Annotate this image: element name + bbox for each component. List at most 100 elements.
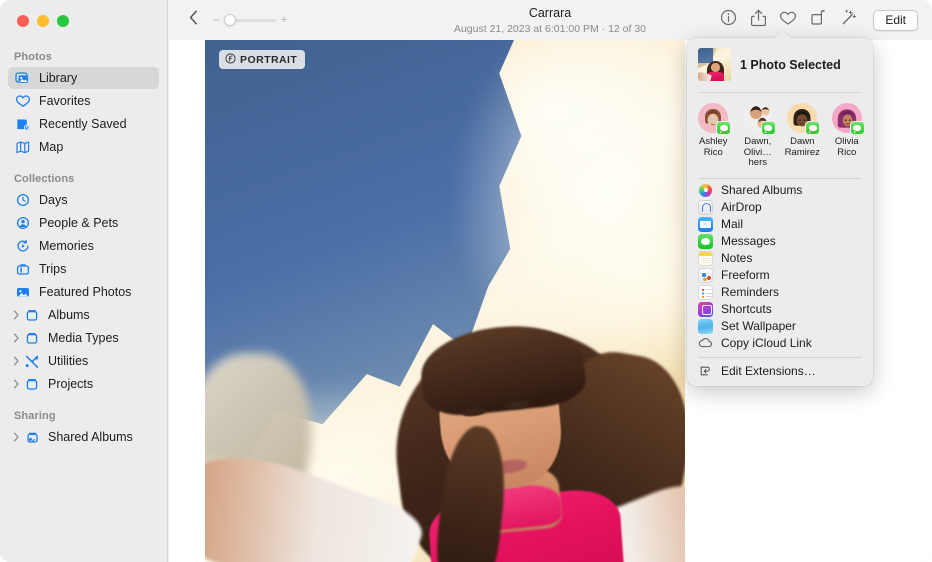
suitcase-icon [14,261,32,277]
sidebar-item-projects[interactable]: Projects [8,373,159,395]
messages-badge [805,121,820,135]
person-circle-icon [14,215,32,231]
photo-library-icon [14,70,32,86]
close-button[interactable] [17,15,29,27]
sidebar-item-utilities[interactable]: Utilities [8,350,159,372]
sidebar-item-label: Albums [48,308,90,322]
sidebar-item-shared-albums[interactable]: Shared Albums [8,426,159,448]
sidebar-item-trips[interactable]: Trips [8,258,159,280]
minimize-button[interactable] [37,15,49,27]
menu-item-notes[interactable]: Notes [687,250,873,267]
divider [698,357,862,358]
menu-item-label: Shared Albums [721,183,802,197]
menu-item-copy-icloud-link[interactable]: Copy iCloud Link [687,335,873,352]
sidebar-item-days[interactable]: Days [8,189,159,211]
freeform-app-icon [698,268,713,283]
chevron-right-icon[interactable] [11,333,22,343]
shared-album-icon [23,429,41,445]
menu-item-messages[interactable]: Messages [687,233,873,250]
menu-item-airdrop[interactable]: AirDrop [687,199,873,216]
messages-badge [761,121,776,135]
contact-dawn-olivia-and-others[interactable]: Dawn, Olivi…hers [736,103,781,169]
photos-app-icon [698,183,713,198]
sidebar-item-recently-saved[interactable]: Recently Saved [8,113,159,135]
info-button[interactable] [713,7,743,33]
clock-icon [14,192,32,208]
sidebar-item-label: Projects [48,377,93,391]
sidebar-item-label: Shared Albums [48,430,133,444]
heart-icon [779,10,797,31]
menu-item-set-wallpaper[interactable]: Set Wallpaper [687,318,873,335]
contact-name: Dawn, Olivi…hers [736,137,780,169]
aperture-f-icon [225,53,236,67]
heart-icon [14,93,32,109]
sidebar-item-label: Memories [39,239,94,253]
zoom-in-label[interactable]: + [280,14,288,26]
sidebar-item-label: Recently Saved [39,117,127,131]
back-button[interactable] [182,9,204,31]
menu-item-label: Edit Extensions… [721,364,816,378]
sidebar-item-label: Trips [39,262,66,276]
sidebar-item-label: Utilities [48,354,88,368]
edit-button-label: Edit [885,13,906,27]
sidebar-section-collections-header: Collections [0,159,167,188]
contact-olivia-rico[interactable]: Olivia Rico [825,103,870,169]
menu-item-shared-albums[interactable]: Shared Albums [687,182,873,199]
menu-item-reminders[interactable]: Reminders [687,284,873,301]
chevron-right-icon[interactable] [11,432,22,442]
sidebar-item-featured-photos[interactable]: Featured Photos [8,281,159,303]
notes-app-icon [698,251,713,266]
share-up-arrow-icon [750,9,767,32]
wallpaper-icon [698,319,713,334]
recently-saved-icon [14,116,32,132]
sidebar-item-media-types[interactable]: Media Types [8,327,159,349]
share-button[interactable] [743,7,773,33]
zoom-slider-control[interactable]: – + [212,13,288,26]
chevron-right-icon[interactable] [11,356,22,366]
edit-button[interactable]: Edit [873,10,918,31]
menu-item-label: Freeform [721,268,770,282]
sidebar-item-memories[interactable]: Memories [8,235,159,257]
sidebar-section-photos-header: Photos [0,44,167,66]
sidebar-item-people-and-pets[interactable]: People & Pets [8,212,159,234]
suggested-contacts: Ashley Rico Dawn, Olivi…hers [687,93,873,178]
messages-badge [850,121,865,135]
info-circle-icon [720,9,737,31]
menu-item-shortcuts[interactable]: Shortcuts [687,301,873,318]
zoom-slider-thumb[interactable] [224,14,236,26]
sidebar-item-library[interactable]: Library [8,67,159,89]
zoom-out-label[interactable]: – [212,14,220,26]
menu-item-mail[interactable]: Mail [687,216,873,233]
toolbar: – + Carrara August 21, 2023 at 6:01:00 P… [168,0,932,40]
extensions-icon [698,364,713,379]
chevron-right-icon[interactable] [11,310,22,320]
share-popover[interactable]: 1 Photo Selected Ashley Rico [687,38,873,386]
shortcuts-app-icon [698,302,713,317]
menu-item-label: Mail [721,217,743,231]
traffic-lights [17,15,69,27]
sidebar-scroll[interactable]: Photos Library Favorites Recently Saved [0,44,167,562]
auto-enhance-button[interactable] [833,7,863,33]
contact-name: Dawn Ramirez [780,137,824,158]
sidebar-item-label: People & Pets [39,216,118,230]
zoom-window-button[interactable] [57,15,69,27]
chevron-left-icon [189,10,198,30]
utilities-icon [23,353,41,369]
contact-dawn-ramirez[interactable]: Dawn Ramirez [780,103,825,169]
portrait-badge[interactable]: PORTRAIT [219,50,305,69]
contact-name: Olivia Rico [825,137,869,158]
menu-item-freeform[interactable]: Freeform [687,267,873,284]
rotate-button[interactable] [803,7,833,33]
menu-item-label: Notes [721,251,752,265]
zoom-slider[interactable] [224,13,276,26]
messages-app-icon [698,234,713,249]
menu-item-edit-extensions[interactable]: Edit Extensions… [687,363,873,380]
airdrop-icon [698,200,713,215]
contact-ashley-rico[interactable]: Ashley Rico [691,103,736,169]
sidebar-item-albums[interactable]: Albums [8,304,159,326]
photo-image[interactable]: PORTRAIT [205,40,685,562]
sidebar-item-map[interactable]: Map [8,136,159,158]
icloud-link-icon [698,336,713,351]
sidebar-item-favorites[interactable]: Favorites [8,90,159,112]
chevron-right-icon[interactable] [11,379,22,389]
